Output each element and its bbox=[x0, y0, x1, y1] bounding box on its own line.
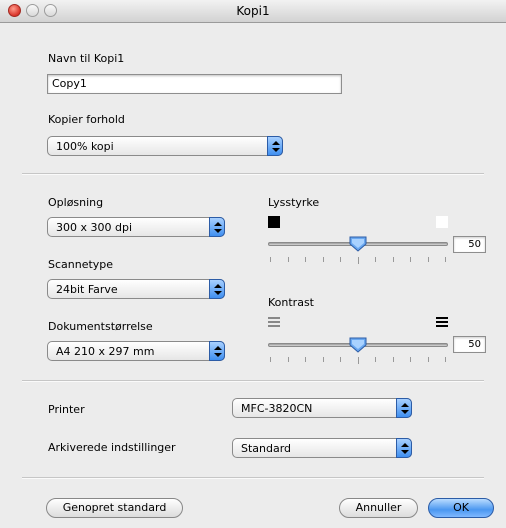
slider-tick bbox=[270, 357, 271, 362]
resolution-value: 300 x 300 dpi bbox=[56, 221, 133, 234]
dark-swatch-icon bbox=[268, 216, 280, 228]
separator bbox=[22, 173, 484, 175]
dialog-window: Kopi1 Navn til Kopi1 Copy1 Kopier forhol… bbox=[0, 0, 506, 528]
copy-ratio-value: 100% kopi bbox=[56, 140, 114, 153]
slider-tick bbox=[305, 357, 306, 362]
window-title: Kopi1 bbox=[236, 4, 270, 18]
slider-tick bbox=[445, 357, 446, 362]
slider-tick bbox=[323, 357, 324, 362]
slider-tick bbox=[393, 257, 394, 262]
contrast-value[interactable]: 50 bbox=[453, 336, 486, 353]
contrast-ticks bbox=[270, 357, 446, 364]
slider-tick bbox=[358, 357, 359, 364]
slider-tick bbox=[270, 257, 271, 262]
brightness-label: Lysstyrke bbox=[268, 196, 320, 209]
doc-size-label: Dokumentstørrelse bbox=[48, 320, 153, 333]
chevron-updown-icon bbox=[267, 136, 283, 156]
printer-value: MFC-3820CN bbox=[241, 402, 313, 415]
printer-label: Printer bbox=[48, 403, 85, 416]
copy-ratio-label: Kopier forhold bbox=[48, 113, 125, 126]
title-bar[interactable]: Kopi1 bbox=[0, 0, 506, 23]
brightness-ticks bbox=[270, 257, 446, 264]
chevron-updown-icon bbox=[396, 438, 412, 458]
doc-size-select[interactable]: A4 210 x 297 mm bbox=[47, 341, 225, 361]
high-contrast-icon bbox=[436, 317, 448, 331]
chevron-updown-icon bbox=[396, 398, 412, 418]
slider-tick bbox=[445, 257, 446, 262]
separator bbox=[22, 380, 484, 382]
archived-settings-select[interactable]: Standard bbox=[232, 438, 412, 458]
restore-defaults-button[interactable]: Genopret standard bbox=[46, 498, 183, 518]
slider-tick bbox=[358, 257, 359, 264]
name-label: Navn til Kopi1 bbox=[48, 52, 125, 65]
slider-tick bbox=[305, 257, 306, 262]
archived-settings-label: Arkiverede indstillinger bbox=[48, 441, 176, 454]
low-contrast-icon bbox=[268, 317, 280, 331]
name-field[interactable]: Copy1 bbox=[47, 74, 342, 94]
light-swatch-icon bbox=[436, 216, 448, 228]
chevron-updown-icon bbox=[209, 217, 225, 237]
copy-ratio-select[interactable]: 100% kopi bbox=[47, 136, 283, 156]
ok-button[interactable]: OK bbox=[428, 498, 494, 518]
slider-tick bbox=[375, 357, 376, 362]
slider-tick bbox=[410, 257, 411, 262]
printer-select[interactable]: MFC-3820CN bbox=[232, 398, 412, 418]
scan-type-value: 24bit Farve bbox=[56, 283, 118, 296]
cancel-button[interactable]: Annuller bbox=[339, 498, 418, 518]
archived-settings-value: Standard bbox=[241, 442, 292, 455]
resolution-select[interactable]: 300 x 300 dpi bbox=[47, 217, 225, 237]
scan-type-select[interactable]: 24bit Farve bbox=[47, 279, 225, 299]
slider-tick bbox=[288, 357, 289, 362]
slider-tick bbox=[428, 257, 429, 262]
slider-tick bbox=[340, 257, 341, 262]
separator bbox=[22, 477, 484, 479]
chevron-updown-icon bbox=[209, 341, 225, 361]
slider-tick bbox=[375, 257, 376, 262]
scan-type-label: Scannetype bbox=[48, 258, 114, 271]
slider-tick bbox=[340, 357, 341, 362]
resolution-label: Opløsning bbox=[48, 196, 104, 209]
contrast-slider-thumb[interactable] bbox=[349, 337, 367, 353]
brightness-value[interactable]: 50 bbox=[453, 236, 486, 253]
slider-tick bbox=[410, 357, 411, 362]
slider-tick bbox=[393, 357, 394, 362]
slider-tick bbox=[288, 257, 289, 262]
slider-tick bbox=[428, 357, 429, 362]
doc-size-value: A4 210 x 297 mm bbox=[56, 345, 155, 358]
contrast-label: Kontrast bbox=[268, 296, 314, 309]
chevron-updown-icon bbox=[209, 279, 225, 299]
brightness-slider-thumb[interactable] bbox=[349, 236, 367, 252]
slider-tick bbox=[323, 257, 324, 262]
